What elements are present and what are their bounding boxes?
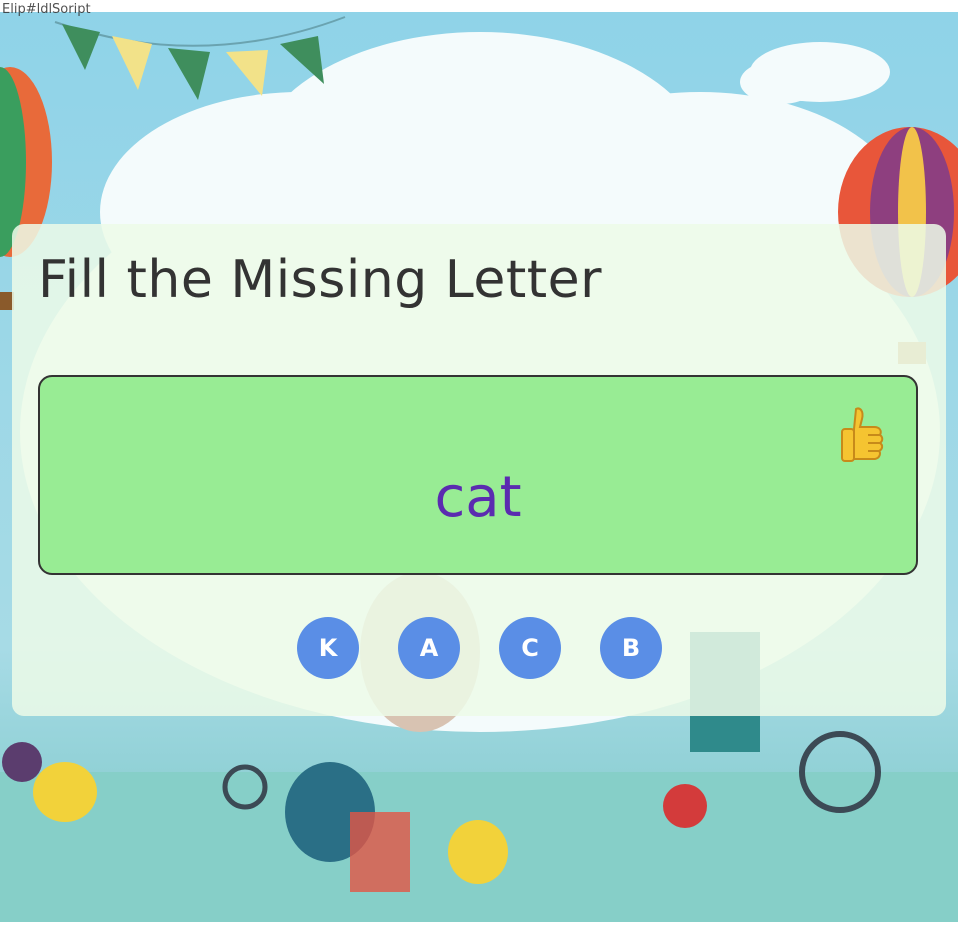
quiz-title: Fill the Missing Letter — [38, 250, 602, 310]
quiz-card: Fill the Missing Letter cat K A C B — [12, 224, 946, 716]
page-title-text: Elip#ldlSoript — [2, 2, 91, 17]
letter-option-c[interactable]: C — [499, 617, 561, 679]
letter-option-b[interactable]: B — [600, 617, 662, 679]
letter-option-k[interactable]: K — [297, 617, 359, 679]
letter-options: K A C B — [12, 617, 946, 679]
letter-option-a[interactable]: A — [398, 617, 460, 679]
quiz-word: cat — [434, 465, 522, 530]
thumbs-up-icon — [841, 407, 884, 462]
word-display-box: cat — [38, 375, 918, 575]
